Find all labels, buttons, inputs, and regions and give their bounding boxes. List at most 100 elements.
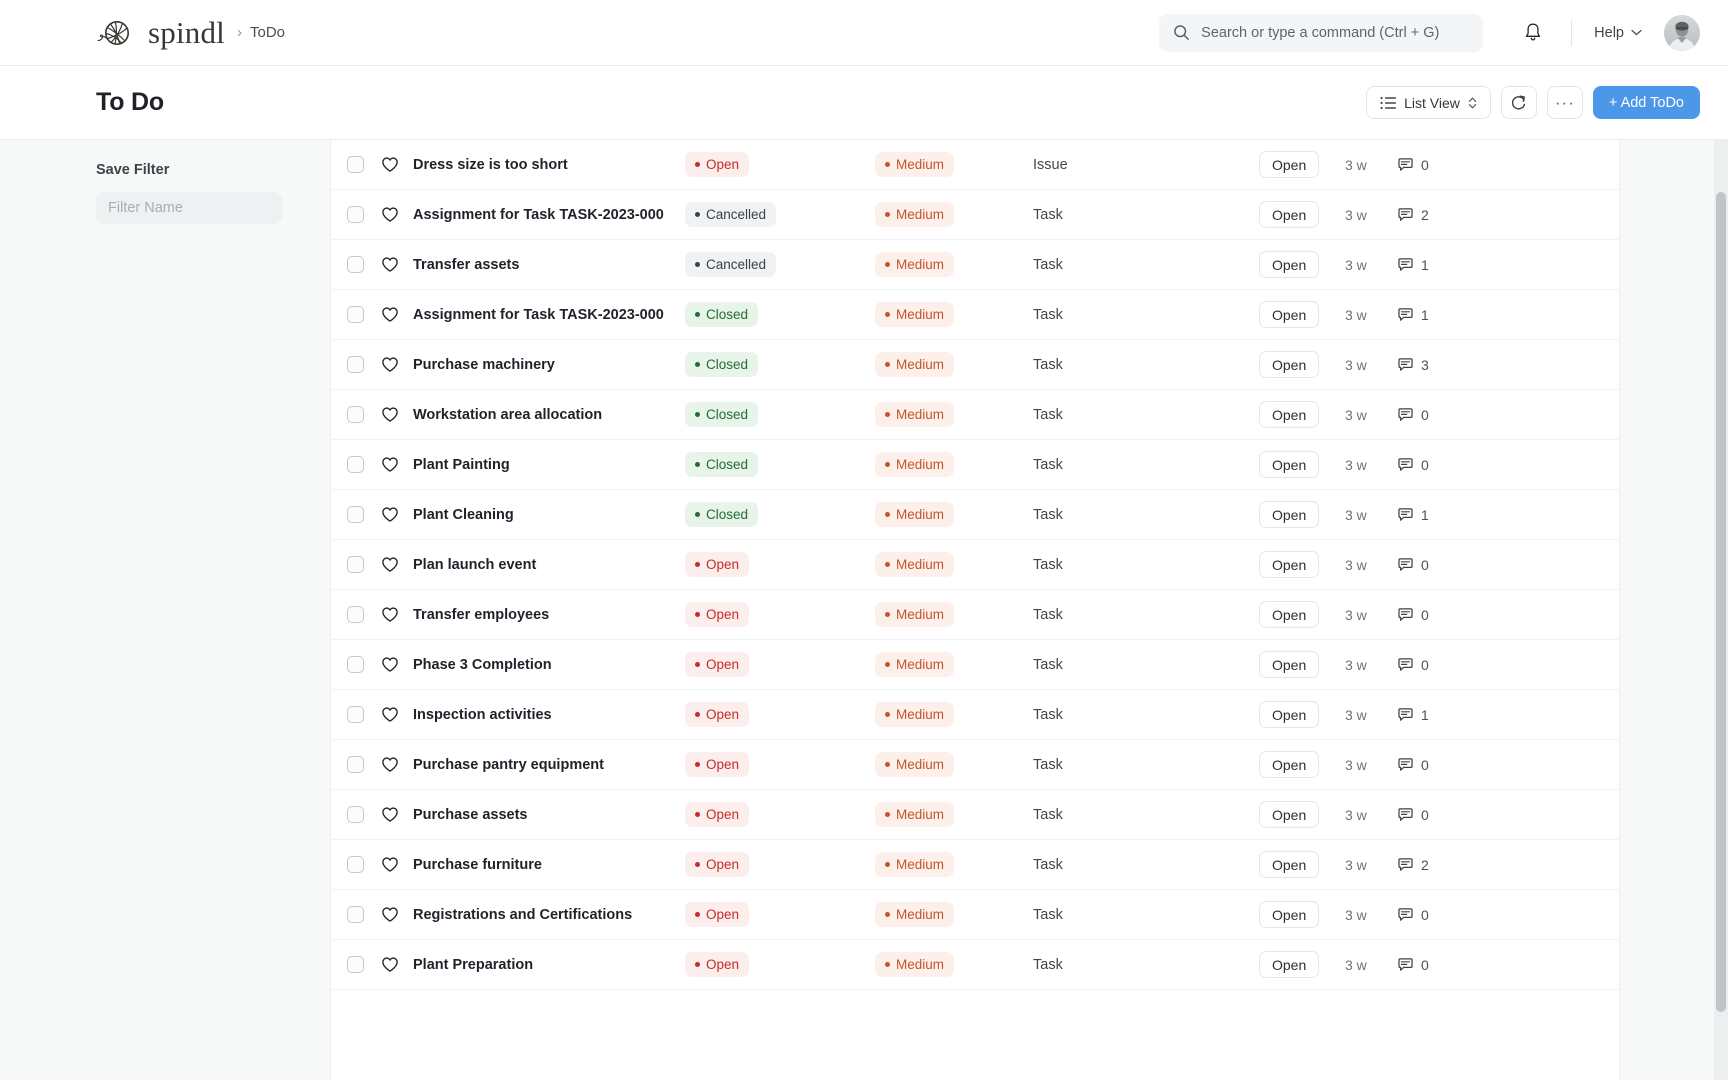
table-row[interactable]: Workstation area allocation Closed Mediu… [331, 390, 1619, 440]
favorite-cell[interactable] [381, 506, 413, 523]
checkbox-icon[interactable] [347, 456, 364, 473]
favorite-cell[interactable] [381, 756, 413, 773]
todo-title[interactable]: Plant Preparation [413, 957, 685, 973]
row-select-cell[interactable] [347, 756, 381, 773]
table-row[interactable]: Inspection activities Open Medium Task O… [331, 690, 1619, 740]
heart-icon[interactable] [381, 706, 399, 723]
heart-icon[interactable] [381, 356, 399, 373]
row-select-cell[interactable] [347, 806, 381, 823]
todo-title[interactable]: Transfer employees [413, 607, 685, 623]
open-button[interactable]: Open [1259, 601, 1319, 628]
heart-icon[interactable] [381, 756, 399, 773]
todo-title[interactable]: Plant Cleaning [413, 507, 685, 523]
brand-home-link[interactable]: spindl [96, 16, 225, 50]
row-select-cell[interactable] [347, 506, 381, 523]
heart-icon[interactable] [381, 406, 399, 423]
open-button[interactable]: Open [1259, 401, 1319, 428]
open-button[interactable]: Open [1259, 151, 1319, 178]
row-select-cell[interactable] [347, 456, 381, 473]
checkbox-icon[interactable] [347, 156, 364, 173]
comments-cell[interactable]: 0 [1397, 657, 1601, 673]
comments-cell[interactable]: 0 [1397, 757, 1601, 773]
favorite-cell[interactable] [381, 956, 413, 973]
avatar[interactable] [1664, 15, 1700, 51]
table-row[interactable]: Dress size is too short Open Medium Issu… [331, 140, 1619, 190]
table-row[interactable]: Transfer employees Open Medium Task Open… [331, 590, 1619, 640]
todo-title[interactable]: Registrations and Certifications [413, 907, 685, 923]
todo-title[interactable]: Assignment for Task TASK-2023-000 [413, 207, 685, 223]
row-select-cell[interactable] [347, 206, 381, 223]
notifications-button[interactable] [1513, 13, 1553, 53]
page-scrollbar-thumb[interactable] [1716, 192, 1726, 1012]
breadcrumb-todo[interactable]: ToDo [250, 24, 285, 41]
todo-title[interactable]: Purchase assets [413, 807, 685, 823]
comments-cell[interactable]: 1 [1397, 257, 1601, 273]
checkbox-icon[interactable] [347, 856, 364, 873]
favorite-cell[interactable] [381, 206, 413, 223]
favorite-cell[interactable] [381, 456, 413, 473]
row-select-cell[interactable] [347, 706, 381, 723]
open-button[interactable]: Open [1259, 851, 1319, 878]
todo-title[interactable]: Dress size is too short [413, 157, 685, 173]
table-row[interactable]: Transfer assets Cancelled Medium Task Op… [331, 240, 1619, 290]
comments-cell[interactable]: 0 [1397, 157, 1601, 173]
checkbox-icon[interactable] [347, 706, 364, 723]
open-button[interactable]: Open [1259, 551, 1319, 578]
comments-cell[interactable]: 0 [1397, 957, 1601, 973]
table-row[interactable]: Plan launch event Open Medium Task Open … [331, 540, 1619, 590]
heart-icon[interactable] [381, 806, 399, 823]
row-select-cell[interactable] [347, 356, 381, 373]
checkbox-icon[interactable] [347, 556, 364, 573]
checkbox-icon[interactable] [347, 506, 364, 523]
favorite-cell[interactable] [381, 156, 413, 173]
comments-cell[interactable]: 2 [1397, 207, 1601, 223]
todo-title[interactable]: Purchase pantry equipment [413, 757, 685, 773]
row-select-cell[interactable] [347, 156, 381, 173]
table-row[interactable]: Assignment for Task TASK-2023-000 Cancel… [331, 190, 1619, 240]
checkbox-icon[interactable] [347, 206, 364, 223]
todo-title[interactable]: Purchase furniture [413, 857, 685, 873]
heart-icon[interactable] [381, 606, 399, 623]
table-row[interactable]: Purchase furniture Open Medium Task Open… [331, 840, 1619, 890]
row-select-cell[interactable] [347, 556, 381, 573]
filter-name-input[interactable] [96, 192, 282, 224]
table-row[interactable]: Purchase assets Open Medium Task Open 3 … [331, 790, 1619, 840]
open-button[interactable]: Open [1259, 951, 1319, 978]
row-select-cell[interactable] [347, 856, 381, 873]
comments-cell[interactable]: 0 [1397, 807, 1601, 823]
checkbox-icon[interactable] [347, 906, 364, 923]
help-menu-button[interactable]: Help [1590, 20, 1646, 46]
heart-icon[interactable] [381, 206, 399, 223]
heart-icon[interactable] [381, 306, 399, 323]
favorite-cell[interactable] [381, 856, 413, 873]
todo-title[interactable]: Transfer assets [413, 257, 685, 273]
favorite-cell[interactable] [381, 406, 413, 423]
open-button[interactable]: Open [1259, 651, 1319, 678]
heart-icon[interactable] [381, 956, 399, 973]
favorite-cell[interactable] [381, 656, 413, 673]
heart-icon[interactable] [381, 256, 399, 273]
favorite-cell[interactable] [381, 306, 413, 323]
checkbox-icon[interactable] [347, 656, 364, 673]
favorite-cell[interactable] [381, 706, 413, 723]
row-select-cell[interactable] [347, 656, 381, 673]
heart-icon[interactable] [381, 906, 399, 923]
heart-icon[interactable] [381, 656, 399, 673]
table-row[interactable]: Purchase machinery Closed Medium Task Op… [331, 340, 1619, 390]
page-scrollbar-track[interactable] [1714, 140, 1728, 1080]
favorite-cell[interactable] [381, 906, 413, 923]
row-select-cell[interactable] [347, 306, 381, 323]
checkbox-icon[interactable] [347, 256, 364, 273]
todo-title[interactable]: Phase 3 Completion [413, 657, 685, 673]
todo-title[interactable]: Assignment for Task TASK-2023-000 [413, 307, 685, 323]
open-button[interactable]: Open [1259, 701, 1319, 728]
table-row[interactable]: Registrations and Certifications Open Me… [331, 890, 1619, 940]
open-button[interactable]: Open [1259, 501, 1319, 528]
heart-icon[interactable] [381, 556, 399, 573]
open-button[interactable]: Open [1259, 751, 1319, 778]
search-input[interactable]: Search or type a command (Ctrl + G) [1159, 14, 1483, 52]
add-todo-button[interactable]: + Add ToDo [1593, 86, 1700, 119]
checkbox-icon[interactable] [347, 356, 364, 373]
favorite-cell[interactable] [381, 556, 413, 573]
table-row[interactable]: Phase 3 Completion Open Medium Task Open… [331, 640, 1619, 690]
